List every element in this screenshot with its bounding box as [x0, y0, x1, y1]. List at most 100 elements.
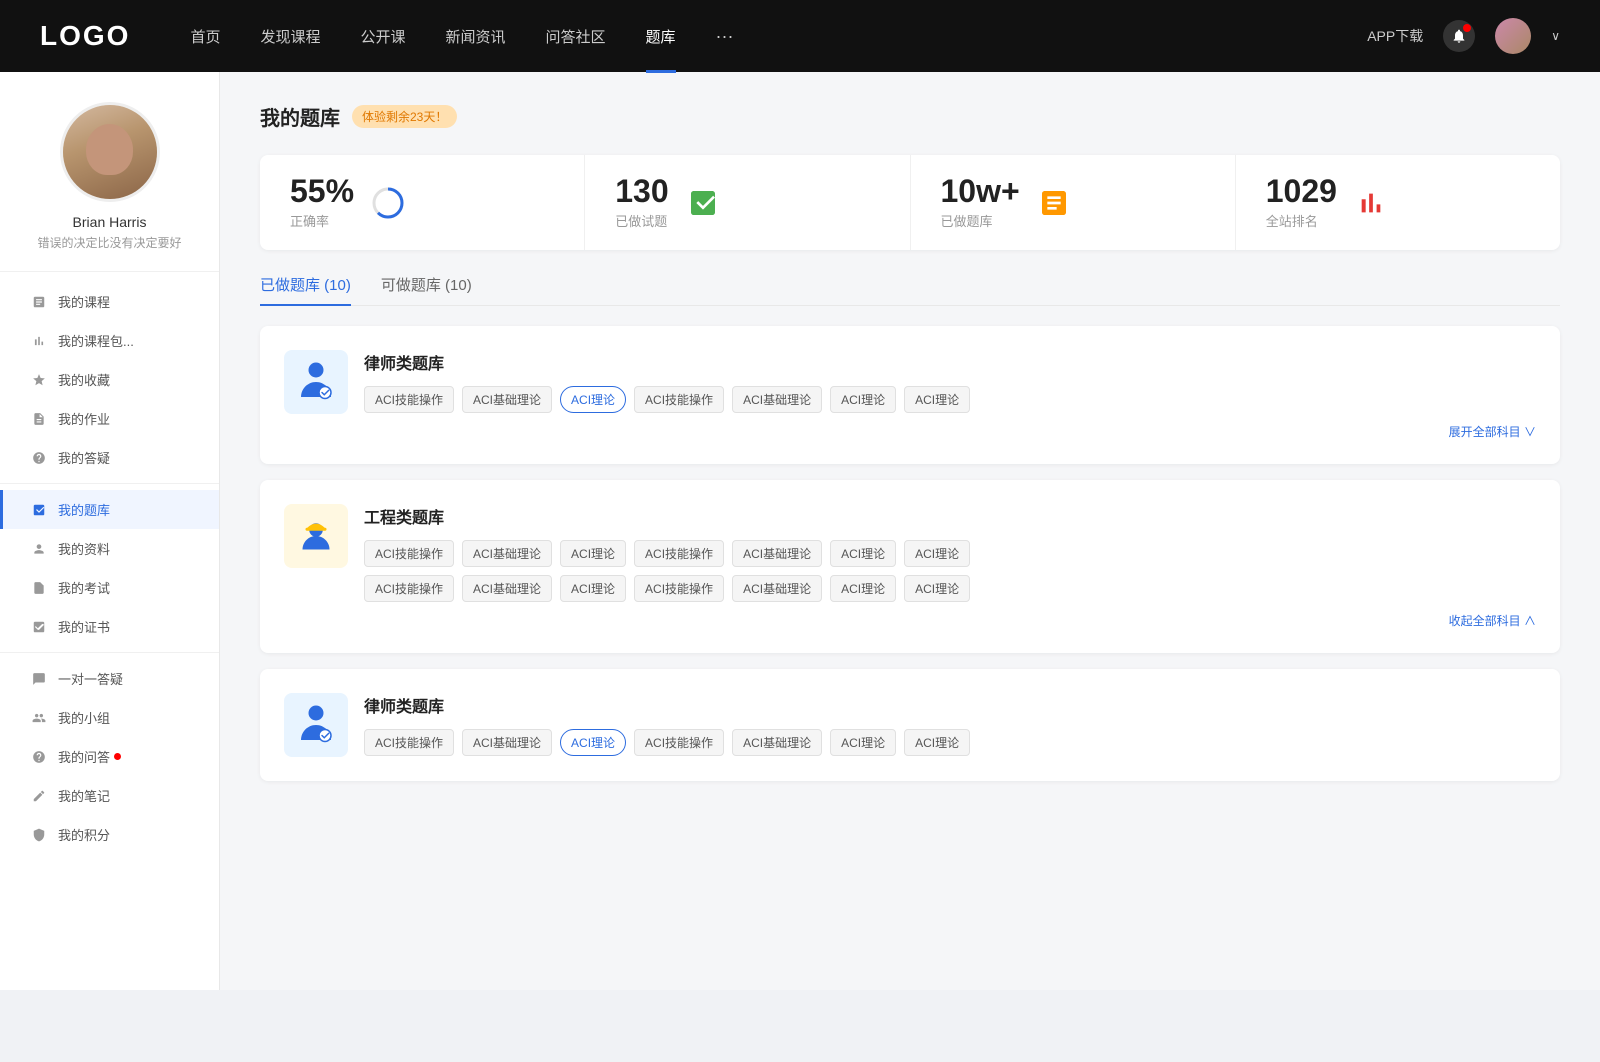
tag-3-2[interactable]: ACI理论 [560, 729, 626, 756]
sidebar-item-my-profile[interactable]: 我的资料 [0, 529, 219, 568]
stat-site-rank: 1029 全站排名 [1236, 155, 1560, 250]
my-cert-icon [30, 618, 48, 636]
user-menu-chevron[interactable]: ∨ [1551, 29, 1560, 43]
profile-avatar [60, 102, 160, 202]
qbank-card-3: 律师类题库 ACI技能操作 ACI基础理论 ACI理论 ACI技能操作 ACI基… [260, 669, 1560, 781]
stat-value-qbanks: 10w+ [941, 175, 1020, 207]
menu-divider-1 [0, 483, 219, 484]
collapse-link-2[interactable]: 收起全部科目 ∧ [364, 612, 1536, 629]
notification-bell[interactable] [1443, 20, 1475, 52]
nav-qa[interactable]: 问答社区 [546, 26, 606, 47]
sidebar-label-my-exam: 我的考试 [58, 578, 110, 597]
expand-link-1[interactable]: 展开全部科目 ∨ [364, 423, 1536, 440]
sidebar-item-my-qbank[interactable]: 我的题库 [0, 490, 219, 529]
stat-value-correct: 55% [290, 175, 354, 207]
stat-label-rank: 全站排名 [1266, 211, 1337, 230]
sidebar-item-my-notes[interactable]: 我的笔记 [0, 776, 219, 815]
nav-opencourse[interactable]: 公开课 [360, 26, 405, 47]
my-answers-icon [30, 748, 48, 766]
nav-home[interactable]: 首页 [190, 26, 220, 47]
my-notes-icon [30, 787, 48, 805]
tag-1-4[interactable]: ACI基础理论 [732, 386, 822, 413]
nav-discover[interactable]: 发现课程 [260, 26, 320, 47]
sidebar-item-my-group[interactable]: 我的小组 [0, 698, 219, 737]
sidebar-item-my-course[interactable]: 我的课程 [0, 282, 219, 321]
tag-2-6[interactable]: ACI理论 [904, 540, 970, 567]
tag-1-1[interactable]: ACI基础理论 [462, 386, 552, 413]
homework-icon [30, 410, 48, 428]
sidebar-item-my-qa[interactable]: 我的答疑 [0, 438, 219, 477]
profile-bio: 错误的决定比没有决定要好 [37, 234, 181, 251]
my-points-icon [30, 826, 48, 844]
nav-more[interactable]: ··· [716, 26, 734, 47]
tab-bar: 已做题库 (10) 可做题库 (10) [260, 274, 1560, 306]
tag-3-1[interactable]: ACI基础理论 [462, 729, 552, 756]
tag-3-0[interactable]: ACI技能操作 [364, 729, 454, 756]
sidebar-item-favorites[interactable]: 我的收藏 [0, 360, 219, 399]
tag-1-6[interactable]: ACI理论 [904, 386, 970, 413]
sidebar-label-my-notes: 我的笔记 [58, 786, 110, 805]
tag-2-2[interactable]: ACI理论 [560, 540, 626, 567]
tag-3-6[interactable]: ACI理论 [904, 729, 970, 756]
avatar-image [63, 105, 157, 199]
tag-1-3[interactable]: ACI技能操作 [634, 386, 724, 413]
my-course-icon [30, 293, 48, 311]
nav-qbank[interactable]: 题库 [646, 26, 676, 47]
stat-value-questions: 130 [615, 175, 668, 207]
tag-2-1[interactable]: ACI基础理论 [462, 540, 552, 567]
page-header: 我的题库 体验剩余23天！ [260, 102, 1560, 131]
tag-1-2[interactable]: ACI理论 [560, 386, 626, 413]
sidebar-item-my-exam[interactable]: 我的考试 [0, 568, 219, 607]
stat-icon-rank [1351, 183, 1391, 223]
stat-icon-qbanks [1034, 183, 1074, 223]
tag-2-5[interactable]: ACI理论 [830, 540, 896, 567]
tag-2-r2-4[interactable]: ACI基础理论 [732, 575, 822, 602]
user-avatar[interactable] [1495, 18, 1531, 54]
qbank-title-3: 律师类题库 [364, 693, 1536, 717]
app-download-button[interactable]: APP下载 [1367, 26, 1423, 46]
tag-2-4[interactable]: ACI基础理论 [732, 540, 822, 567]
tag-3-3[interactable]: ACI技能操作 [634, 729, 724, 756]
tag-2-r2-5[interactable]: ACI理论 [830, 575, 896, 602]
tag-1-0[interactable]: ACI技能操作 [364, 386, 454, 413]
qbank-card-2: 工程类题库 ACI技能操作 ACI基础理论 ACI理论 ACI技能操作 ACI基… [260, 480, 1560, 653]
tag-2-r2-6[interactable]: ACI理论 [904, 575, 970, 602]
qbank-tags-2-row2: ACI技能操作 ACI基础理论 ACI理论 ACI技能操作 ACI基础理论 AC… [364, 575, 1536, 602]
sidebar-item-1on1-qa[interactable]: 一对一答疑 [0, 659, 219, 698]
qbank-title-1: 律师类题库 [364, 350, 1536, 374]
sidebar-label-my-cert: 我的证书 [58, 617, 110, 636]
tab-available-qbank[interactable]: 可做题库 (10) [381, 274, 472, 305]
sidebar-item-homework[interactable]: 我的作业 [0, 399, 219, 438]
sidebar-item-my-points[interactable]: 我的积分 [0, 815, 219, 854]
main-nav: 首页 发现课程 公开课 新闻资讯 问答社区 题库 ··· [190, 26, 1367, 47]
profile-section: Brian Harris 错误的决定比没有决定要好 [0, 102, 219, 272]
tag-2-r2-1[interactable]: ACI基础理论 [462, 575, 552, 602]
sidebar-item-my-answers[interactable]: 我的问答 [0, 737, 219, 776]
sidebar-item-my-cert[interactable]: 我的证书 [0, 607, 219, 646]
tag-1-5[interactable]: ACI理论 [830, 386, 896, 413]
tag-3-4[interactable]: ACI基础理论 [732, 729, 822, 756]
tag-2-r2-3[interactable]: ACI技能操作 [634, 575, 724, 602]
tag-2-r2-0[interactable]: ACI技能操作 [364, 575, 454, 602]
qbank-icon-engineer [284, 504, 348, 568]
main-content: 我的题库 体验剩余23天！ 55% 正确率 [220, 72, 1600, 990]
sidebar-label-my-qa: 我的答疑 [58, 448, 110, 467]
tag-3-5[interactable]: ACI理论 [830, 729, 896, 756]
nav-news[interactable]: 新闻资讯 [446, 26, 506, 47]
tag-2-3[interactable]: ACI技能操作 [634, 540, 724, 567]
logo: LOGO [40, 20, 130, 52]
tab-done-qbank[interactable]: 已做题库 (10) [260, 274, 351, 305]
sidebar-label-course-package: 我的课程包... [58, 331, 134, 350]
trial-badge: 体验剩余23天！ [352, 105, 457, 128]
qbank-card-1-header: 律师类题库 ACI技能操作 ACI基础理论 ACI理论 ACI技能操作 ACI基… [284, 350, 1536, 440]
sidebar-item-course-package[interactable]: 我的课程包... [0, 321, 219, 360]
tag-2-r2-2[interactable]: ACI理论 [560, 575, 626, 602]
tag-2-0[interactable]: ACI技能操作 [364, 540, 454, 567]
stat-qbanks-done: 10w+ 已做题库 [911, 155, 1236, 250]
sidebar: Brian Harris 错误的决定比没有决定要好 我的课程 我的课程包... [0, 72, 220, 990]
sidebar-label-favorites: 我的收藏 [58, 370, 110, 389]
1on1-qa-icon [30, 670, 48, 688]
stat-icon-questions [683, 183, 723, 223]
qbank-card-1: 律师类题库 ACI技能操作 ACI基础理论 ACI理论 ACI技能操作 ACI基… [260, 326, 1560, 464]
my-qbank-icon [30, 501, 48, 519]
